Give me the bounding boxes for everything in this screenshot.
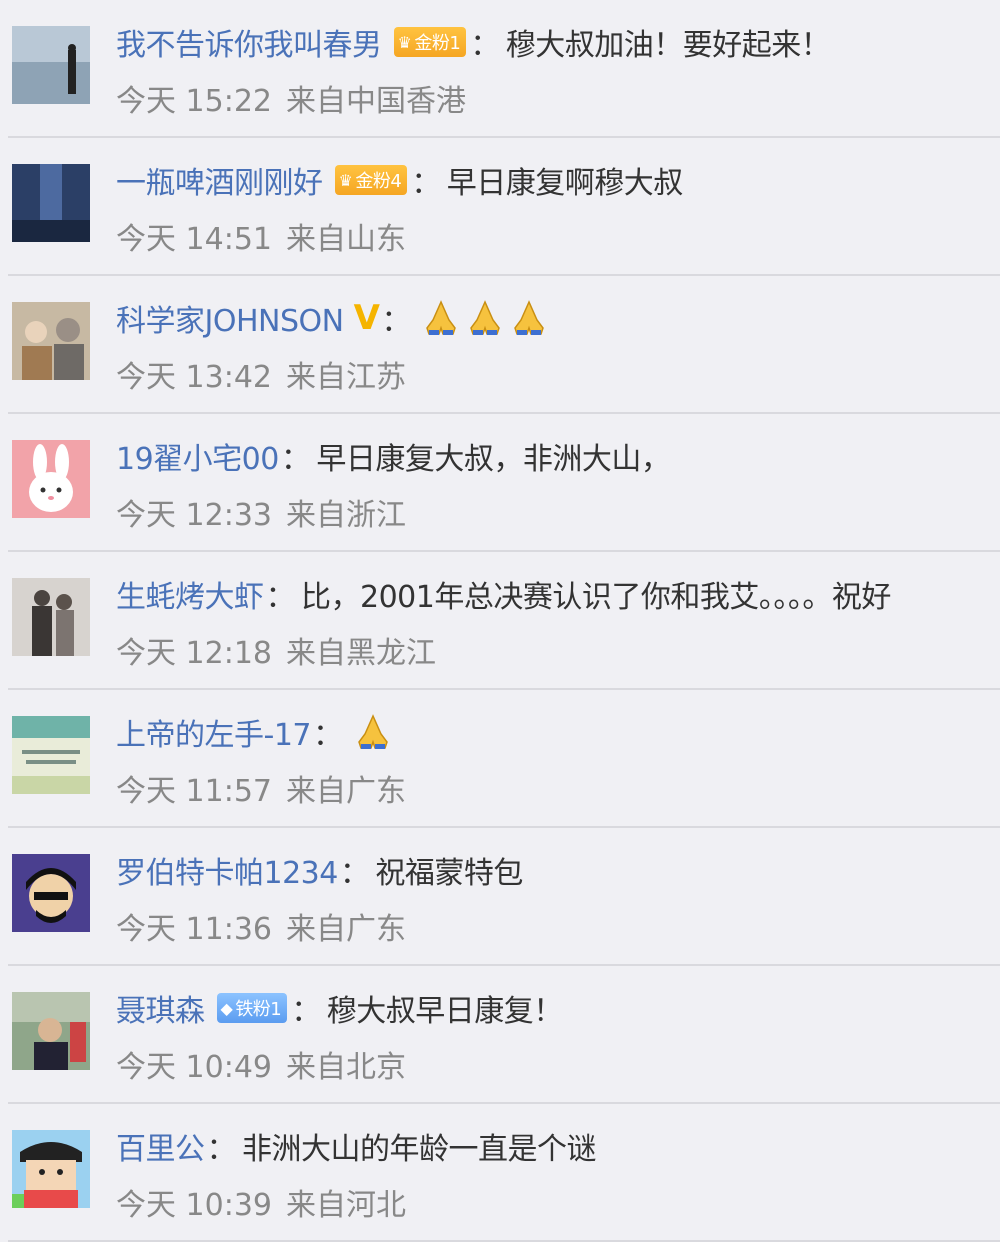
- comment-text: 非洲大山的年龄一直是个谜: [242, 1132, 597, 1167]
- comment-location: 来自北京: [286, 1050, 406, 1085]
- comment-location: 来自河北: [286, 1188, 406, 1223]
- comment-time: 今天 15:22: [116, 84, 272, 119]
- comment-list: 我不告诉你我叫春男 ♛ 金粉1 ： 穆大叔加油！要好起来！ 今天 15:22 来自…: [0, 0, 1000, 1242]
- username-link[interactable]: 百里公: [116, 1124, 205, 1168]
- user-avatar[interactable]: [12, 992, 90, 1070]
- comment-time: 今天 12:18: [116, 636, 272, 671]
- comment-time: 今天 11:36: [116, 912, 272, 947]
- username-link[interactable]: 一瓶啤酒刚刚好: [116, 158, 323, 202]
- crown-icon: ♛: [397, 32, 412, 52]
- comment-item: 百里公 ： 非洲大山的年龄一直是个谜 今天 10:39 来自河北: [0, 1104, 1000, 1242]
- username-link[interactable]: 我不告诉你我叫春男: [116, 20, 382, 64]
- colon-separator: ：: [280, 442, 311, 477]
- comment-time: 今天 14:51: [116, 222, 272, 257]
- comment-text: 祝福蒙特包: [375, 856, 523, 891]
- colon-separator: ：: [291, 994, 321, 1029]
- user-avatar[interactable]: [12, 302, 90, 380]
- colon-separator: ：: [313, 718, 343, 753]
- username-link[interactable]: 聂琪森: [116, 986, 205, 1030]
- comment-item: 一瓶啤酒刚刚好 ♛ 金粉4 ： 早日康复啊穆大叔 今天 14:51 来自山东: [0, 138, 1000, 276]
- username-link[interactable]: 19翟小宅00: [116, 434, 279, 478]
- comment-time: 今天 11:57: [116, 774, 272, 809]
- comment-item: 科学家JOHNSON V ： 今天 13:42 来自江苏: [0, 276, 1000, 414]
- praying-hands-icon: [509, 298, 549, 338]
- username-link[interactable]: 罗伯特卡帕1234: [116, 848, 338, 892]
- user-avatar[interactable]: [12, 26, 90, 104]
- comment-text: 早日康复啊穆大叔: [446, 166, 684, 201]
- user-avatar[interactable]: [12, 578, 90, 656]
- comment-location: 来自山东: [286, 222, 406, 257]
- comment-time: 今天 12:33: [116, 498, 272, 533]
- colon-separator: ：: [470, 28, 500, 63]
- fan-badge[interactable]: ◆ 铁粉1: [216, 993, 288, 1023]
- user-avatar[interactable]: [12, 854, 90, 932]
- comment-location: 来自江苏: [286, 360, 406, 395]
- comment-item: 上帝的左手-17 ： 今天 11:57 来自广东: [0, 690, 1000, 828]
- colon-separator: ：: [265, 580, 296, 615]
- comment-location: 来自广东: [286, 774, 406, 809]
- user-avatar[interactable]: [12, 440, 90, 518]
- colon-separator: ：: [206, 1132, 237, 1167]
- user-avatar[interactable]: [12, 1130, 90, 1208]
- username-link[interactable]: 科学家JOHNSON: [116, 296, 344, 340]
- fan-badge[interactable]: ♛ 金粉4: [334, 165, 408, 195]
- fan-badge[interactable]: ♛ 金粉1: [393, 27, 467, 57]
- username-link[interactable]: 生蚝烤大虾: [116, 572, 264, 616]
- praying-hands-icon: [421, 298, 461, 338]
- comment-item: 聂琪森 ◆ 铁粉1 ： 穆大叔早日康复！ 今天 10:49 来自北京: [0, 966, 1000, 1104]
- crown-icon: ♛: [338, 170, 353, 190]
- comment-item: 生蚝烤大虾 ： 比，2001年总决赛认识了你和我艾。。。。祝好 今天 12:18…: [0, 552, 1000, 690]
- comment-item: 罗伯特卡帕1234 ： 祝福蒙特包 今天 11:36 来自广东: [0, 828, 1000, 966]
- comment-location: 来自广东: [286, 912, 406, 947]
- colon-separator: ：: [381, 304, 411, 339]
- comment-text: 比，2001年总决赛认识了你和我艾。。。。祝好: [301, 580, 891, 615]
- comment-time: 今天 13:42: [116, 360, 272, 395]
- comment-text: 穆大叔早日康复！: [326, 994, 564, 1029]
- comment-text: 早日康复大叔，非洲大山，: [316, 442, 671, 477]
- comment-item: 我不告诉你我叫春男 ♛ 金粉1 ： 穆大叔加油！要好起来！ 今天 15:22 来自…: [0, 0, 1000, 138]
- comment-location: 来自浙江: [286, 498, 406, 533]
- user-avatar[interactable]: [12, 164, 90, 242]
- comment-time: 今天 10:49: [116, 1050, 272, 1085]
- comment-location: 来自中国香港: [286, 84, 466, 119]
- comment-location: 来自黑龙江: [286, 636, 436, 671]
- verified-badge[interactable]: V: [354, 298, 380, 338]
- comment-text: 穆大叔加油！要好起来！: [505, 28, 831, 63]
- user-avatar[interactable]: [12, 716, 90, 794]
- praying-hands-icon: [353, 712, 393, 752]
- praying-hands-icon: [465, 298, 505, 338]
- colon-separator: ：: [411, 166, 441, 201]
- diamond-icon: ◆: [220, 998, 233, 1018]
- username-link[interactable]: 上帝的左手-17: [116, 710, 312, 754]
- comment-time: 今天 10:39: [116, 1188, 272, 1223]
- colon-separator: ：: [339, 856, 370, 891]
- comment-item: 19翟小宅00 ： 早日康复大叔，非洲大山， 今天 12:33 来自浙江: [0, 414, 1000, 552]
